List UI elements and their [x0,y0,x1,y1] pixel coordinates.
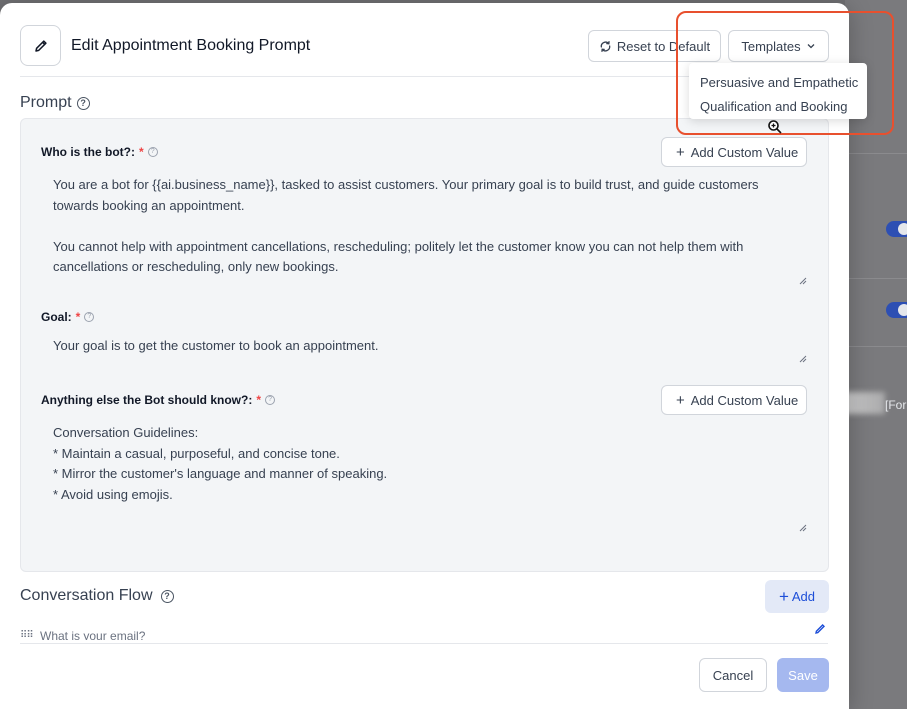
modal-title: Edit Appointment Booking Prompt [71,37,311,54]
text-line: cancellations or rescheduling, only new … [53,259,339,274]
help-icon[interactable]: ? [265,395,276,405]
cancel-label: Cancel [712,667,754,683]
background-toggle[interactable] [886,302,907,318]
add-label: Add [791,589,816,604]
background-text: [For [885,398,907,412]
help-icon[interactable]: ? [147,147,158,157]
footer-divider [20,643,828,644]
add-custom-value-label: Add Custom Value [690,392,799,408]
add-custom-value-button[interactable]: + Add Custom Value [661,137,807,167]
prompt-title-text: Prompt [20,94,72,111]
text-line: Your goal is to get the customer to book… [53,338,379,353]
save-label: Save [788,667,818,683]
text-line: * Maintain a casual, purposeful, and con… [53,445,340,461]
add-custom-value-button[interactable]: + Add Custom Value [661,385,807,415]
resize-handle-icon[interactable] [799,355,807,363]
cancel-button[interactable]: Cancel [699,658,767,692]
required-mark: * [75,310,81,324]
text-line: You are a bot for {{ai.business_name}}, … [53,177,759,192]
save-button[interactable]: Save [777,658,829,692]
required-mark: * [256,393,262,407]
text-line [53,216,798,237]
plus-icon: + [778,587,789,606]
help-icon[interactable]: ? [84,312,95,322]
plus-icon: + [676,391,685,409]
resize-handle-icon[interactable] [799,277,807,285]
background-divider [848,153,907,154]
text-line: Conversation Guidelines: [53,425,199,440]
annotation-highlight [676,11,894,135]
field-label-goal: Goal: * ? [41,310,95,324]
field-label-text: Goal: [41,310,72,324]
plus-icon: + [676,143,685,161]
help-icon[interactable]: ? [160,589,174,603]
field-label-who-is-bot: Who is the bot?: * ? [41,145,158,159]
edit-icon-box [20,25,61,66]
add-custom-value-label: Add Custom Value [690,144,799,160]
text-line: * Avoid using emojis. [53,486,173,502]
text-line: towards booking an appointment. [53,197,245,213]
add-flow-button[interactable]: + Add [765,580,829,613]
background-divider [848,278,907,279]
conversation-flow-title: Conversation Flow ? [20,587,174,605]
background-divider [848,346,907,347]
text-line: * Mirror the customer's language and man… [53,466,388,481]
flow-title-text: Conversation Flow [20,587,153,604]
field-label-text: Anything else the Bot should know?: [41,393,253,407]
edit-pencil-icon[interactable] [814,623,826,635]
flow-item-text: What is your email? [40,629,146,640]
text-line: You cannot help with appointment cancell… [53,238,744,254]
required-mark: * [138,145,144,159]
prompt-section-title: Prompt ? [20,94,90,112]
anything-else-textarea[interactable]: Conversation Guidelines: * Maintain a ca… [53,423,798,505]
resize-handle-icon[interactable] [799,524,807,532]
help-icon[interactable]: ? [76,96,90,110]
drag-handle-icon[interactable]: ⠿⠿ [20,630,34,640]
refresh-icon [600,40,611,52]
field-label-text: Who is the bot?: [41,145,135,159]
who-is-bot-textarea[interactable]: You are a bot for {{ai.business_name}}, … [53,175,798,278]
field-label-anything-else: Anything else the Bot should know?: * ? [41,393,276,407]
goal-textarea[interactable]: Your goal is to get the customer to book… [53,336,798,357]
flow-item[interactable]: ⠿⠿ What is your email? [20,626,830,640]
background-toggle[interactable] [886,221,907,237]
zoom-in-cursor-icon [768,120,782,134]
pencil-icon [34,39,47,52]
